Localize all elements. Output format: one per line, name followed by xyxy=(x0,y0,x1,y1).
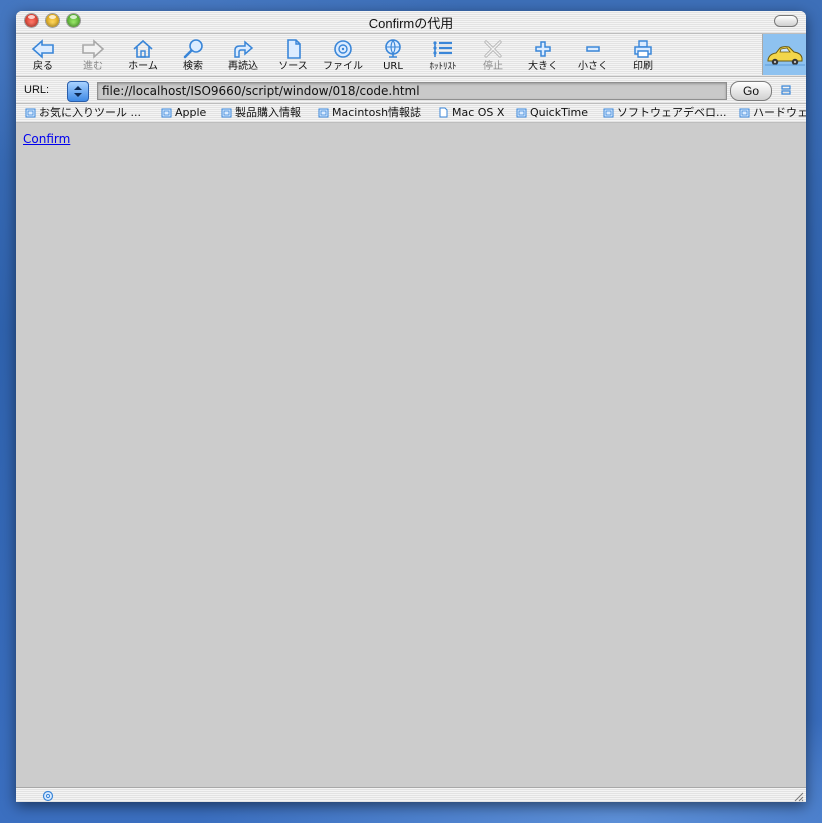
file-button[interactable]: ファイル xyxy=(316,36,370,76)
smaller-text-label: 小さく xyxy=(578,61,608,72)
status-bar xyxy=(16,787,806,802)
url-globe-icon xyxy=(385,39,401,58)
search-button[interactable]: 検索 xyxy=(166,36,220,76)
folder-icon xyxy=(603,108,614,118)
hotlist-icon xyxy=(433,41,452,57)
print-button[interactable]: 印刷 xyxy=(616,36,670,76)
print-label: 印刷 xyxy=(633,61,653,72)
page-icon xyxy=(439,107,448,118)
address-label: URL: xyxy=(24,84,50,96)
home-label: ホーム xyxy=(128,61,158,72)
folder-icon xyxy=(318,108,329,118)
browser-logo[interactable] xyxy=(762,34,806,75)
browser-window: Confirmの代用 戻る 進む ホーム 検索 再読込 ソース ファイル URL… xyxy=(16,11,806,802)
title-bar[interactable]: Confirmの代用 xyxy=(16,11,806,34)
favorite-item[interactable]: 製品購入情報 xyxy=(221,106,301,120)
minus-icon xyxy=(586,46,600,52)
resize-grip-icon[interactable] xyxy=(792,790,804,802)
confirm-link[interactable]: Confirm xyxy=(23,132,70,146)
larger-text-label: 大きく xyxy=(528,61,558,72)
url-button[interactable]: URL xyxy=(366,36,420,76)
favorite-label: Mac OS X xyxy=(452,106,505,119)
reload-button[interactable]: 再読込 xyxy=(216,36,270,76)
folder-icon xyxy=(161,108,172,118)
favorite-item[interactable]: ハードウェ xyxy=(739,106,806,120)
favorite-label: お気に入りツール ... xyxy=(39,106,141,119)
forward-button[interactable]: 進む xyxy=(66,36,120,76)
hotlist-label: ﾎｯﾄﾘｽﾄ xyxy=(429,62,457,72)
favorite-item[interactable]: Macintosh情報誌 xyxy=(318,106,421,120)
toolbar-toggle-button[interactable] xyxy=(774,15,798,27)
folder-icon xyxy=(739,108,750,118)
search-icon xyxy=(183,39,203,59)
favorite-item[interactable]: お気に入りツール ... xyxy=(25,106,141,120)
stop-button[interactable]: 停止 xyxy=(466,36,520,76)
source-document-icon xyxy=(287,39,301,59)
updown-arrows-icon xyxy=(74,86,82,97)
larger-text-button[interactable]: 大きく xyxy=(516,36,570,76)
back-label: 戻る xyxy=(33,61,53,72)
favorite-label: QuickTime xyxy=(530,106,589,119)
forward-arrow-icon xyxy=(82,39,105,59)
url-label-text: URL xyxy=(383,61,403,72)
hotlist-button[interactable]: ﾎｯﾄﾘｽﾄ xyxy=(416,36,470,76)
plus-icon xyxy=(535,41,551,57)
reload-label: 再読込 xyxy=(228,61,258,72)
go-button[interactable]: Go xyxy=(730,81,772,101)
stop-icon xyxy=(484,40,502,58)
folder-icon xyxy=(221,108,232,118)
favorites-bar: お気に入りツール ... Apple 製品購入情報 Macintosh情報誌 M… xyxy=(16,104,806,123)
favorite-label: ソフトウェアデベロ... xyxy=(617,106,727,119)
file-label: ファイル xyxy=(323,61,363,72)
favorite-label: 製品購入情報 xyxy=(235,106,301,119)
file-disc-icon xyxy=(334,40,352,58)
favorite-item[interactable]: ソフトウェアデベロ... xyxy=(603,106,727,120)
search-label: 検索 xyxy=(183,61,203,72)
url-input[interactable]: file://localhost/ISO9660/script/window/0… xyxy=(97,82,727,100)
smaller-text-button[interactable]: 小さく xyxy=(566,36,620,76)
print-icon xyxy=(634,40,652,58)
favorite-label: Macintosh情報誌 xyxy=(332,106,422,119)
favorite-label: Apple xyxy=(175,106,207,119)
favorite-item[interactable]: Mac OS X xyxy=(438,106,504,120)
source-button[interactable]: ソース xyxy=(266,36,320,76)
favorite-item[interactable]: Apple xyxy=(161,106,206,120)
home-icon xyxy=(133,39,153,58)
forward-label: 進む xyxy=(83,61,103,72)
car-logo-icon xyxy=(765,46,805,66)
address-bar: URL: file://localhost/ISO9660/script/win… xyxy=(16,77,806,104)
back-arrow-icon xyxy=(31,39,54,59)
home-button[interactable]: ホーム xyxy=(116,36,170,76)
favorite-item[interactable]: QuickTime xyxy=(516,106,588,120)
page-content: Confirm xyxy=(16,123,806,787)
status-disc-icon[interactable] xyxy=(42,790,54,802)
page-holder-icon[interactable] xyxy=(780,84,792,96)
stop-label: 停止 xyxy=(483,61,503,72)
folder-icon xyxy=(516,108,527,118)
favorite-label: ハードウェ xyxy=(753,106,806,119)
url-history-popup[interactable] xyxy=(67,81,89,102)
window-title: Confirmの代用 xyxy=(368,16,454,31)
toolbar: 戻る 進む ホーム 検索 再読込 ソース ファイル URL ﾎｯﾄﾘｽﾄ 停止 … xyxy=(16,34,806,77)
folder-icon xyxy=(25,108,36,118)
reload-icon xyxy=(234,40,254,58)
source-label: ソース xyxy=(278,61,308,72)
back-button[interactable]: 戻る xyxy=(16,36,70,76)
